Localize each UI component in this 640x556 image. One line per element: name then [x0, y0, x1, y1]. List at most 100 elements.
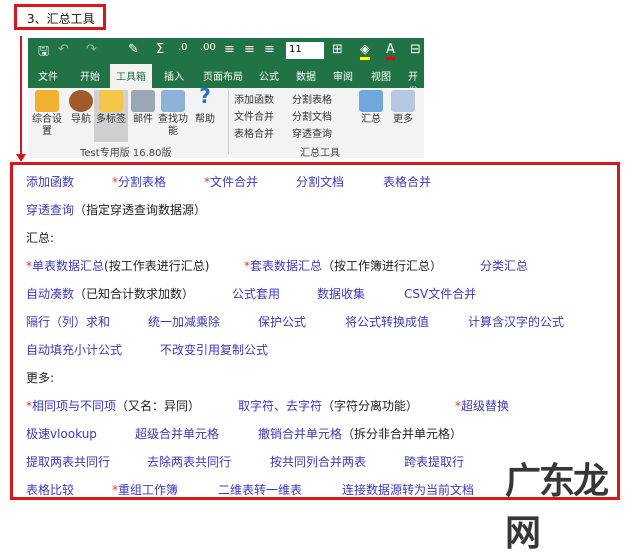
feature-link[interactable]: 连接数据源转为当前文档: [342, 483, 474, 497]
feature-item[interactable]: 数据收集: [317, 285, 365, 302]
drill-query-button[interactable]: 穿透查询: [292, 125, 332, 140]
tab-file[interactable]: 文件: [38, 68, 58, 83]
feature-link[interactable]: 分类汇总: [480, 259, 528, 273]
feature-item[interactable]: 按共同列合并两表: [270, 453, 366, 470]
feature-item[interactable]: 跨表提取行: [404, 453, 464, 470]
format-painter-icon[interactable]: ✎: [128, 42, 139, 57]
feature-item[interactable]: 分类汇总: [480, 257, 528, 274]
feature-item[interactable]: 表格合并: [383, 173, 431, 190]
feature-item[interactable]: *单表数据汇总(按工作表进行汇总): [26, 257, 209, 274]
feature-link[interactable]: 文件合并: [210, 175, 258, 189]
feature-item[interactable]: 公式套用: [232, 285, 280, 302]
feature-link[interactable]: 二维表转一维表: [218, 483, 302, 497]
feature-item[interactable]: 分割文档: [296, 173, 344, 190]
feature-item[interactable]: *超级替换: [455, 397, 509, 414]
feature-item[interactable]: 自动凑数（已知合计数求加数）: [26, 285, 194, 302]
increase-decimal-icon[interactable]: .0: [178, 42, 188, 53]
feature-link[interactable]: 穿透查询: [26, 203, 74, 217]
feature-link[interactable]: 套表数据汇总: [250, 259, 322, 273]
feature-item[interactable]: 极速vlookup: [26, 425, 97, 442]
feature-link[interactable]: 超级替换: [461, 399, 509, 413]
feature-item[interactable]: 提取两表共同行: [26, 453, 110, 470]
tab-page-layout[interactable]: 页面布局: [203, 68, 243, 83]
feature-link[interactable]: 保护公式: [258, 315, 306, 329]
feature-link[interactable]: 表格合并: [383, 175, 431, 189]
feature-link[interactable]: 自动填充小计公式: [26, 343, 122, 357]
help-button[interactable]: ? 帮助: [188, 86, 222, 126]
feature-item[interactable]: *文件合并: [204, 173, 258, 190]
feature-item[interactable]: 表格比较: [26, 481, 74, 498]
file-merge-button[interactable]: 文件合并: [234, 108, 274, 123]
tab-review[interactable]: 审阅: [333, 68, 353, 83]
feature-item[interactable]: 隔行（列）求和: [26, 313, 110, 330]
feature-link[interactable]: 按共同列合并两表: [270, 455, 366, 469]
feature-item[interactable]: 计算含汉字的公式: [468, 313, 564, 330]
feature-link[interactable]: 表格比较: [26, 483, 74, 497]
feature-item[interactable]: *重组工作簿: [112, 481, 178, 498]
tab-view[interactable]: 视图: [371, 68, 391, 83]
align-left-icon[interactable]: ≡: [224, 42, 235, 57]
tab-insert[interactable]: 插入: [164, 68, 184, 83]
fill-color-icon[interactable]: ◈: [360, 42, 370, 60]
mail-button[interactable]: 邮件: [126, 90, 160, 126]
align-center-icon[interactable]: ≡: [244, 42, 255, 57]
undo-icon[interactable]: ↶: [58, 42, 69, 57]
feature-link[interactable]: 分割文档: [296, 175, 344, 189]
split-doc-button[interactable]: 分割文档: [292, 108, 332, 123]
multi-tab-button[interactable]: 多标签: [94, 90, 128, 142]
feature-link[interactable]: 自动凑数: [26, 287, 74, 301]
feature-link[interactable]: 计算含汉字的公式: [468, 315, 564, 329]
feature-link[interactable]: 跨表提取行: [404, 455, 464, 469]
feature-item[interactable]: 连接数据源转为当前文档: [342, 481, 474, 498]
feature-item[interactable]: 穿透查询（指定穿透查询数据源）: [26, 201, 206, 218]
split-table-button[interactable]: 分割表格: [292, 91, 332, 106]
feature-item[interactable]: 取字符、去字符（字符分离功能）: [238, 397, 418, 414]
feature-item[interactable]: *分割表格: [112, 173, 166, 190]
feature-link[interactable]: 数据收集: [317, 287, 365, 301]
feature-item[interactable]: 撤销合并单元格（拆分非合并单元格）: [258, 425, 462, 442]
navigation-button[interactable]: 导航: [64, 90, 98, 126]
add-function-button[interactable]: 添加函数: [234, 91, 274, 106]
feature-link[interactable]: CSV文件合并: [404, 287, 476, 301]
more-button[interactable]: 更多: [386, 90, 420, 126]
sum-icon[interactable]: Σ: [156, 42, 164, 57]
tab-data[interactable]: 数据: [296, 68, 316, 83]
feature-item[interactable]: 保护公式: [258, 313, 306, 330]
decrease-decimal-icon[interactable]: .00: [200, 42, 216, 53]
feature-link[interactable]: 单表数据汇总: [32, 259, 104, 273]
feature-link[interactable]: 超级合并单元格: [135, 427, 219, 441]
feature-item[interactable]: 添加函数: [26, 173, 74, 190]
feature-item[interactable]: 将公式转换成值: [345, 313, 429, 330]
feature-link[interactable]: 相同项与不同项: [32, 399, 116, 413]
settings-button[interactable]: 综合设置: [30, 90, 64, 138]
feature-item[interactable]: *套表数据汇总（按工作簿进行汇总）: [244, 257, 442, 274]
feature-item[interactable]: 自动填充小计公式: [26, 341, 122, 358]
feature-item[interactable]: CSV文件合并: [404, 285, 476, 302]
tab-formulas[interactable]: 公式: [259, 68, 279, 83]
feature-item[interactable]: 统一加减乘除: [148, 313, 220, 330]
feature-link[interactable]: 极速vlookup: [26, 427, 97, 441]
feature-link[interactable]: 统一加减乘除: [148, 315, 220, 329]
feature-link[interactable]: 去除两表共同行: [147, 455, 231, 469]
font-color-icon[interactable]: A: [386, 42, 395, 60]
feature-link[interactable]: 取字符、去字符: [238, 399, 322, 413]
summary-button[interactable]: 汇总: [354, 90, 388, 126]
feature-link[interactable]: 不改变引用复制公式: [160, 343, 268, 357]
feature-item[interactable]: 去除两表共同行: [147, 453, 231, 470]
feature-item[interactable]: 不改变引用复制公式: [160, 341, 268, 358]
find-button[interactable]: 查找功能: [156, 90, 190, 138]
border-icon[interactable]: ⊞: [332, 42, 343, 57]
font-size-input[interactable]: 11: [286, 42, 324, 59]
feature-item[interactable]: *相同项与不同项（又名：异同）: [26, 397, 200, 414]
feature-link[interactable]: 撤销合并单元格: [258, 427, 342, 441]
table-merge-button[interactable]: 表格合并: [234, 125, 274, 140]
feature-link[interactable]: 重组工作簿: [118, 483, 178, 497]
redo-icon[interactable]: ↷: [86, 42, 97, 57]
feature-item[interactable]: 超级合并单元格: [135, 425, 219, 442]
align-right-icon[interactable]: ≡: [264, 42, 275, 57]
feature-link[interactable]: 将公式转换成值: [345, 315, 429, 329]
feature-link[interactable]: 提取两表共同行: [26, 455, 110, 469]
tab-home[interactable]: 开始: [80, 68, 100, 83]
feature-item[interactable]: 二维表转一维表: [218, 481, 302, 498]
table-icon[interactable]: ⊟: [410, 42, 421, 57]
